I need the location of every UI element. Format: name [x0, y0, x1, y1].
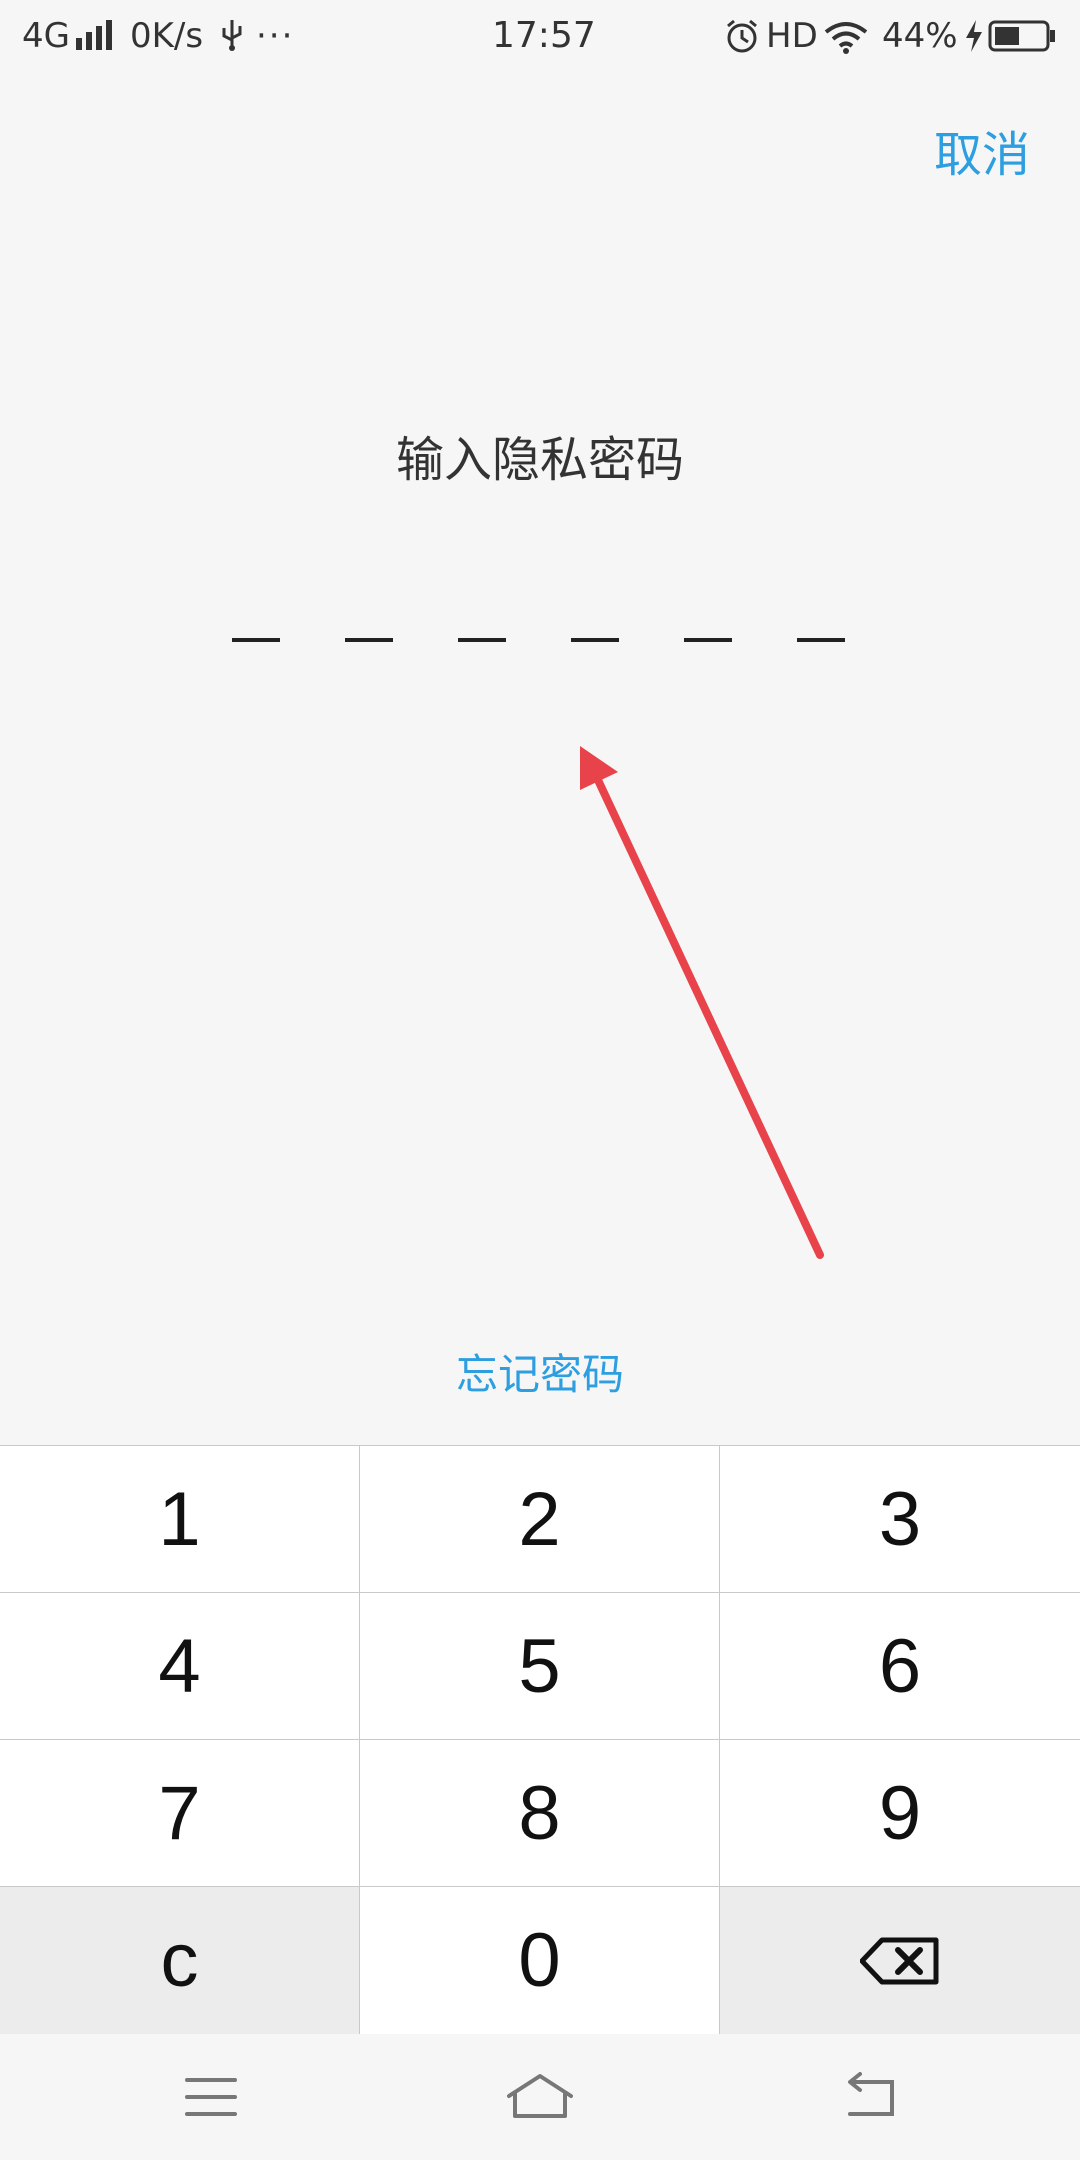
nav-home-button[interactable] — [505, 2072, 575, 2122]
key-delete[interactable] — [720, 1887, 1080, 2034]
annotation-arrow — [580, 746, 824, 1259]
key-6[interactable]: 6 — [720, 1593, 1080, 1740]
back-icon — [848, 2072, 894, 2116]
key-2[interactable]: 2 — [360, 1446, 720, 1593]
key-5[interactable]: 5 — [360, 1593, 720, 1740]
key-9[interactable]: 9 — [720, 1740, 1080, 1887]
backspace-icon — [860, 1937, 939, 1984]
key-clear[interactable]: c — [0, 1887, 360, 2034]
forgot-password-link[interactable]: 忘记密码 — [0, 1340, 1080, 1410]
key-1[interactable]: 1 — [0, 1446, 360, 1593]
navigation-bar — [0, 2034, 1080, 2160]
numeric-keypad: 1 2 3 4 5 6 7 8 9 c 0 — [0, 1445, 1080, 2034]
home-icon — [507, 2074, 573, 2118]
key-8[interactable]: 8 — [360, 1740, 720, 1887]
key-7[interactable]: 7 — [0, 1740, 360, 1887]
key-3[interactable]: 3 — [720, 1446, 1080, 1593]
key-4[interactable]: 4 — [0, 1593, 360, 1740]
nav-back-button[interactable] — [840, 2072, 900, 2122]
menu-icon — [185, 2078, 237, 2116]
nav-menu-button[interactable] — [181, 2072, 241, 2122]
key-0[interactable]: 0 — [360, 1887, 720, 2034]
